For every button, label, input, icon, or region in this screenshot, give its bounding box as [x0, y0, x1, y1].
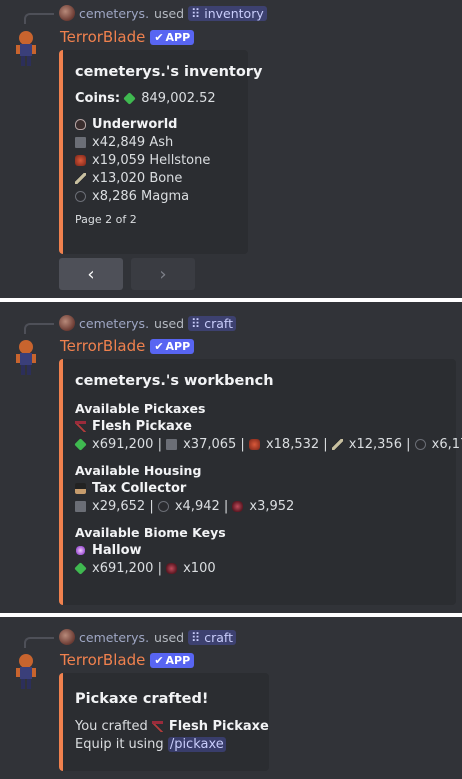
reply-command[interactable]: ⠿ craft: [188, 629, 237, 645]
reply-preview[interactable]: cemeterys. used ⠿ inventory: [26, 5, 267, 21]
equip-line: Equip it using /pickaxe: [75, 736, 226, 752]
bot-username[interactable]: TerrorBlade: [60, 337, 145, 355]
reply-username[interactable]: cemeterys.: [79, 316, 149, 331]
flesh-icon: [166, 562, 178, 574]
bot-username[interactable]: TerrorBlade: [60, 28, 145, 46]
embed-title: Pickaxe crafted!: [75, 691, 209, 707]
message-divider: [0, 298, 462, 302]
pickaxe-command-link[interactable]: /pickaxe: [167, 736, 226, 752]
list-item: x8,286 Magma: [75, 187, 234, 205]
section-heading: Underworld: [75, 115, 234, 133]
section-heading: Available Housing: [75, 462, 202, 478]
tax-collector-icon: [75, 482, 86, 494]
list-item: x42,849 Ash: [75, 133, 234, 151]
crafted-embed: Pickaxe crafted! You crafted Flesh Picka…: [59, 673, 269, 771]
ash-icon: [75, 500, 86, 512]
section-heading: Available Pickaxes: [75, 400, 206, 416]
bot-avatar[interactable]: [10, 337, 42, 377]
list-item: x13,020 Bone: [75, 169, 234, 187]
cost-line: x691,200 | x37,065 | x18,532 | x12,356 |…: [74, 435, 462, 453]
message-divider: [0, 613, 462, 617]
app-badge: ✔ APP: [150, 652, 195, 668]
author-row: TerrorBlade ✔ APP: [60, 337, 195, 355]
craft-item: Hallow: [75, 541, 442, 559]
author-row: TerrorBlade ✔ APP: [60, 651, 195, 669]
crafted-line: You crafted Flesh Pickaxe: [75, 718, 269, 734]
cost-line: x29,652 | x4,942 | x3,952: [75, 497, 442, 515]
embed-title: cemeterys.'s workbench: [75, 373, 274, 389]
magma-icon: [157, 500, 169, 512]
reply-avatar[interactable]: [59, 629, 75, 645]
coins-line: Coins: 849,002.52: [75, 90, 216, 106]
gem-icon: [74, 437, 87, 451]
section-heading: Available Biome Keys: [75, 524, 226, 540]
reply-preview[interactable]: cemeterys. used ⠿ craft: [26, 315, 237, 331]
craft-item: Tax Collector: [75, 479, 442, 497]
reply-verb: used: [154, 5, 185, 21]
embed-footer: Page 2 of 2: [75, 213, 137, 226]
reply-verb: used: [154, 629, 185, 645]
flesh-icon: [232, 500, 244, 512]
bot-avatar[interactable]: [10, 28, 42, 68]
ash-icon: [166, 438, 178, 450]
cost-line: x691,200 | x100: [74, 559, 442, 577]
next-page-button[interactable]: ›: [131, 258, 195, 290]
flesh-pickaxe-icon: [75, 420, 86, 432]
reply-avatar[interactable]: [59, 315, 75, 331]
inventory-embed: cemeterys.'s inventory Coins: 849,002.52…: [59, 50, 263, 254]
hellstone-icon: [75, 154, 86, 166]
hallow-soul-icon: [75, 544, 86, 556]
prev-page-button[interactable]: ‹: [59, 258, 123, 290]
reply-verb: used: [154, 315, 185, 331]
app-badge: ✔ APP: [150, 338, 195, 354]
bone-icon: [331, 438, 343, 450]
author-row: TerrorBlade ✔ APP: [60, 28, 195, 46]
coin-gem-icon: [123, 91, 136, 105]
gem-icon: [74, 561, 87, 575]
underworld-skull-icon: [75, 118, 86, 130]
reply-command[interactable]: ⠿ inventory: [188, 5, 267, 21]
bone-icon: [75, 172, 86, 184]
embed-title: cemeterys.'s inventory: [75, 64, 263, 80]
reply-preview[interactable]: cemeterys. used ⠿ craft: [26, 629, 237, 645]
reply-avatar[interactable]: [59, 5, 75, 21]
flesh-pickaxe-icon: [151, 720, 163, 732]
bot-username[interactable]: TerrorBlade: [60, 651, 145, 669]
magma-icon: [75, 190, 86, 202]
workbench-embed: cemeterys.'s workbench Available Pickaxe…: [59, 359, 462, 605]
hellstone-icon: [248, 438, 260, 450]
app-badge: ✔ APP: [150, 29, 195, 45]
reply-command[interactable]: ⠿ craft: [188, 315, 237, 331]
reply-username[interactable]: cemeterys.: [79, 630, 149, 645]
bot-avatar[interactable]: [10, 651, 42, 691]
list-item: x19,059 Hellstone: [75, 151, 234, 169]
magma-icon: [414, 438, 426, 450]
reply-username[interactable]: cemeterys.: [79, 6, 149, 21]
ash-icon: [75, 136, 86, 148]
craft-item: Flesh Pickaxe: [75, 417, 442, 435]
